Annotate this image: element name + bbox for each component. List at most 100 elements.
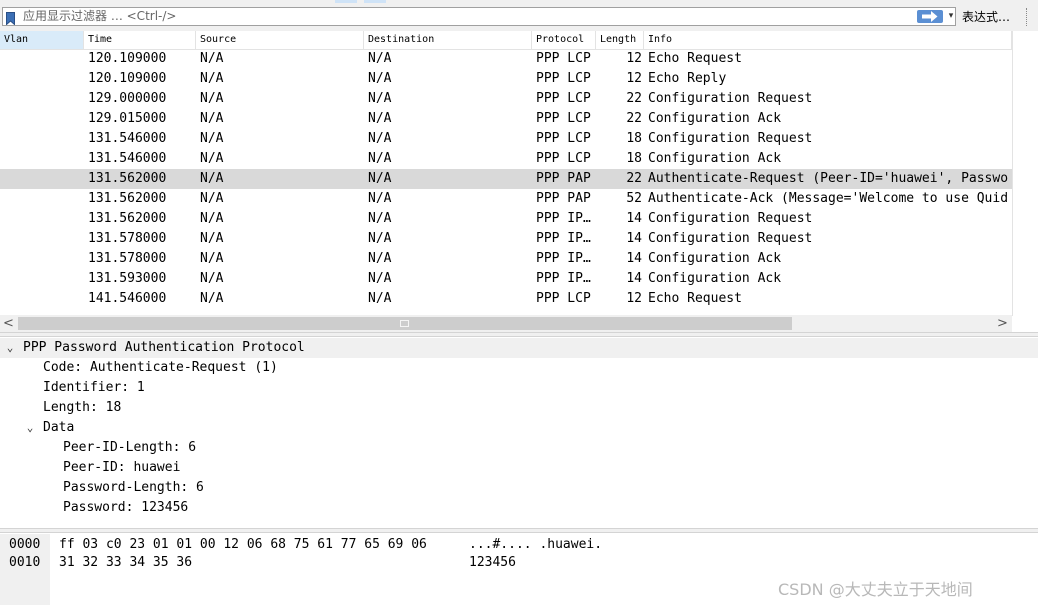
packet-cell-vlan	[4, 249, 80, 269]
packet-cell-destination: N/A	[368, 111, 392, 126]
packet-cell-protocol: PPP PAP	[536, 171, 591, 186]
packet-cell-length: 22	[626, 91, 642, 106]
packet-cell-time: 131.578000	[88, 251, 167, 266]
column-header-info[interactable]: Info	[644, 31, 1012, 49]
packet-row[interactable]: 120.109000 N/A N/A PPP LCP Echo Reply 12	[0, 69, 1012, 89]
packet-cell-destination: N/A	[368, 211, 392, 226]
packet-cell-source: N/A	[200, 171, 224, 186]
display-filter-field[interactable]: 应用显示过滤器 … <Ctrl-/> ▾	[2, 7, 956, 26]
packet-cell-time: 131.593000	[88, 271, 167, 286]
expression-button[interactable]: 表达式…	[962, 8, 1010, 26]
detail-tree-label: Code: Authenticate-Request (1)	[43, 360, 278, 375]
packet-row[interactable]: 131.593000 N/A N/A PPP IP… Configuration Ack…	[0, 269, 1012, 289]
packet-cell-destination: N/A	[368, 271, 392, 286]
packet-cell-vlan	[4, 289, 80, 309]
packet-cell-vlan	[4, 109, 80, 129]
detail-tree-item[interactable]: Length: 18	[0, 398, 1038, 418]
pane-splitter[interactable]	[0, 332, 1038, 337]
detail-tree-label: Password-Length: 6	[63, 480, 204, 495]
packet-cell-protocol: PPP LCP	[536, 91, 591, 106]
packet-row[interactable]: 131.562000 N/A N/A PPP PAP Authenticate-Ack …	[0, 189, 1012, 209]
pane-splitter[interactable]	[0, 528, 1038, 533]
detail-tree-item[interactable]: Identifier: 1	[0, 378, 1038, 398]
column-header-length[interactable]: Length	[596, 31, 644, 49]
toolbar-grip	[1026, 8, 1029, 26]
toolbar-button-highlight	[335, 0, 357, 3]
packet-row[interactable]: 131.546000 N/A N/A PPP LCP Configuration Req…	[0, 129, 1012, 149]
packet-cell-length: 22	[626, 171, 642, 186]
detail-tree-item[interactable]: Code: Authenticate-Request (1)	[0, 358, 1038, 378]
packet-row[interactable]: 120.109000 N/A N/A PPP LCP Echo Request 12	[0, 49, 1012, 69]
packet-cell-destination: N/A	[368, 151, 392, 166]
detail-tree-item[interactable]: Peer-ID: huawei	[0, 458, 1038, 478]
detail-tree-label: Length: 18	[43, 400, 122, 415]
packet-row[interactable]: 141.546000 N/A N/A PPP LCP Echo Request 12	[0, 289, 1012, 309]
packet-row[interactable]: 131.562000 N/A N/A PPP PAP Authenticate-Requ…	[0, 169, 1012, 189]
packet-cell-destination: N/A	[368, 251, 392, 266]
packet-cell-destination: N/A	[368, 171, 392, 186]
packet-cell-length: 12	[626, 71, 642, 86]
packet-row[interactable]: 129.015000 N/A N/A PPP LCP Configuration Ack…	[0, 109, 1012, 129]
detail-tree-item[interactable]: ⌄ Data	[0, 418, 1038, 438]
column-header-vlan[interactable]: Vlan	[0, 31, 84, 49]
packet-cell-destination: N/A	[368, 291, 392, 306]
packet-cell-time: 120.109000	[88, 51, 167, 66]
hex-bytes[interactable]: ff 03 c0 23 01 01 00 12 06 68 75 61 77 6…	[59, 536, 427, 554]
packet-cell-info: Echo Request	[648, 51, 742, 66]
bookmark-icon[interactable]	[6, 10, 15, 26]
packet-cell-info: Configuration Request	[648, 231, 813, 246]
packet-cell-length: 52	[626, 191, 642, 206]
packet-cell-vlan	[4, 169, 80, 189]
packet-cell-source: N/A	[200, 271, 224, 286]
packet-cell-length: 12	[626, 51, 642, 66]
scrollbar-thumb[interactable]	[18, 317, 792, 330]
display-filter-input[interactable]: 应用显示过滤器 … <Ctrl-/>	[23, 8, 176, 25]
hex-offset[interactable]: 0000	[9, 536, 40, 554]
detail-tree-item[interactable]: ⌄ PPP Password Authentication Protocol	[0, 338, 1038, 358]
ascii-bytes[interactable]: 123456	[469, 554, 516, 572]
packet-cell-length: 14	[626, 271, 642, 286]
packet-list-vertical-scrollbar[interactable]	[1012, 31, 1038, 316]
packet-cell-source: N/A	[200, 231, 224, 246]
column-header-destination[interactable]: Destination	[364, 31, 532, 49]
detail-tree-item[interactable]: Password: 123456	[0, 498, 1038, 518]
column-header-source[interactable]: Source	[196, 31, 364, 49]
ascii-bytes[interactable]: ...#.... .huawei.	[469, 536, 602, 554]
detail-tree-item[interactable]: Password-Length: 6	[0, 478, 1038, 498]
packet-row[interactable]: 131.578000 N/A N/A PPP IP… Configuration Req…	[0, 229, 1012, 249]
packet-cell-source: N/A	[200, 91, 224, 106]
column-header-protocol[interactable]: Protocol	[532, 31, 596, 49]
scroll-right-icon[interactable]: >	[997, 315, 1009, 332]
packet-cell-info: Configuration Ack	[648, 151, 782, 166]
right-arrow-icon	[922, 11, 938, 22]
column-header-time[interactable]: Time	[84, 31, 196, 49]
packet-row[interactable]: 131.578000 N/A N/A PPP IP… Configuration Ack…	[0, 249, 1012, 269]
filter-history-dropdown[interactable]: ▾	[945, 10, 957, 23]
packet-cell-info: Echo Request	[648, 291, 742, 306]
packet-cell-source: N/A	[200, 111, 224, 126]
chevron-down-icon[interactable]: ⌄	[3, 338, 17, 358]
packet-row[interactable]: 129.000000 N/A N/A PPP LCP Configuration Req…	[0, 89, 1012, 109]
packet-row[interactable]: 131.562000 N/A N/A PPP IP… Configuration Req…	[0, 209, 1012, 229]
packet-cell-protocol: PPP IP…	[536, 251, 591, 266]
packet-row[interactable]: 131.546000 N/A N/A PPP LCP Configuration Ack…	[0, 149, 1012, 169]
packet-cell-source: N/A	[200, 191, 224, 206]
packet-cell-protocol: PPP IP…	[536, 211, 591, 226]
chevron-down-icon[interactable]: ⌄	[23, 418, 37, 438]
packet-cell-info: Configuration Ack	[648, 111, 782, 126]
hex-bytes[interactable]: 31 32 33 34 35 36	[59, 554, 192, 572]
packet-cell-vlan	[4, 209, 80, 229]
packet-cell-protocol: PPP PAP	[536, 191, 591, 206]
apply-filter-button[interactable]	[917, 10, 943, 23]
packet-cell-source: N/A	[200, 251, 224, 266]
scrollbar-grip-icon	[400, 320, 409, 327]
packet-list-horizontal-scrollbar[interactable]: < >	[0, 315, 1012, 332]
packet-cell-info: Configuration Ack	[648, 271, 782, 286]
detail-tree-item[interactable]: Peer-ID-Length: 6	[0, 438, 1038, 458]
hex-offset[interactable]: 0010	[9, 554, 40, 572]
packet-cell-vlan	[4, 149, 80, 169]
scroll-left-icon[interactable]: <	[3, 315, 15, 332]
packet-cell-protocol: PPP LCP	[536, 291, 591, 306]
detail-tree-label: PPP Password Authentication Protocol	[23, 340, 305, 355]
toolbar-button-highlight	[364, 0, 386, 3]
